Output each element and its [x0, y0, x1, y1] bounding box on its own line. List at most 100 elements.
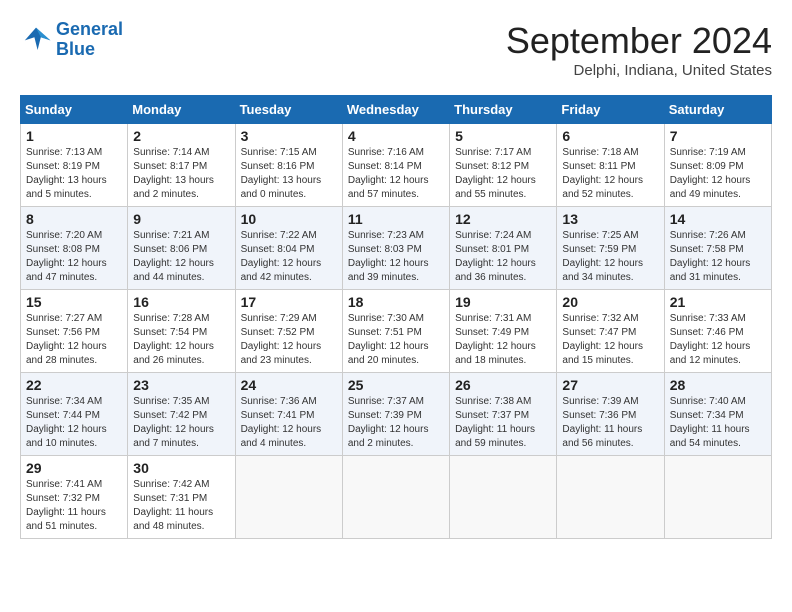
day-info: Sunrise: 7:16 AMSunset: 8:14 PMDaylight:… [348, 146, 444, 202]
day-info: Sunrise: 7:24 AMSunset: 8:01 PMDaylight:… [455, 229, 551, 285]
calendar-cell: 8 Sunrise: 7:20 AMSunset: 8:08 PMDaylight… [21, 207, 128, 290]
day-number: 19 [455, 294, 551, 310]
logo-line1: General [56, 19, 123, 39]
day-info: Sunrise: 7:21 AMSunset: 8:06 PMDaylight:… [133, 229, 229, 285]
calendar-cell: 19 Sunrise: 7:31 AMSunset: 7:49 PMDayligh… [450, 290, 557, 373]
day-info: Sunrise: 7:32 AMSunset: 7:47 PMDaylight:… [562, 312, 658, 368]
day-number: 24 [241, 377, 337, 393]
day-number: 4 [348, 128, 444, 144]
month-title: September 2024 [506, 20, 772, 62]
calendar-cell: 2Sunrise: 7:14 AMSunset: 8:17 PMDaylight… [128, 124, 235, 207]
calendar-cell: 23 Sunrise: 7:35 AMSunset: 7:42 PMDayligh… [128, 373, 235, 456]
calendar-cell: 22 Sunrise: 7:34 AMSunset: 7:44 PMDayligh… [21, 373, 128, 456]
day-info: Sunrise: 7:34 AMSunset: 7:44 PMDaylight:… [26, 395, 122, 451]
calendar-cell: 16 Sunrise: 7:28 AMSunset: 7:54 PMDayligh… [128, 290, 235, 373]
day-info: Sunrise: 7:25 AMSunset: 7:59 PMDaylight:… [562, 229, 658, 285]
calendar-header-row: SundayMondayTuesdayWednesdayThursdayFrid… [21, 96, 772, 124]
day-info: Sunrise: 7:28 AMSunset: 7:54 PMDaylight:… [133, 312, 229, 368]
calendar-cell: 11 Sunrise: 7:23 AMSunset: 8:03 PMDayligh… [342, 207, 449, 290]
calendar-cell: 20 Sunrise: 7:32 AMSunset: 7:47 PMDayligh… [557, 290, 664, 373]
page-header: General Blue September 2024 Delphi, Indi… [20, 20, 772, 79]
col-header-monday: Monday [128, 96, 235, 124]
day-number: 16 [133, 294, 229, 310]
day-number: 17 [241, 294, 337, 310]
week-row-1: 1Sunrise: 7:13 AMSunset: 8:19 PMDaylight… [21, 124, 772, 207]
calendar-cell: 14 Sunrise: 7:26 AMSunset: 7:58 PMDayligh… [664, 207, 771, 290]
day-number: 13 [562, 211, 658, 227]
day-info: Sunrise: 7:17 AMSunset: 8:12 PMDaylight:… [455, 146, 551, 202]
day-info: Sunrise: 7:29 AMSunset: 7:52 PMDaylight:… [241, 312, 337, 368]
day-number: 11 [348, 211, 444, 227]
day-info: Sunrise: 7:23 AMSunset: 8:03 PMDaylight:… [348, 229, 444, 285]
day-number: 20 [562, 294, 658, 310]
logo-icon [20, 26, 52, 54]
calendar-cell: 7 Sunrise: 7:19 AMSunset: 8:09 PMDaylight… [664, 124, 771, 207]
week-row-5: 29 Sunrise: 7:41 AMSunset: 7:32 PMDayligh… [21, 456, 772, 539]
day-info: Sunrise: 7:20 AMSunset: 8:08 PMDaylight:… [26, 229, 122, 285]
calendar-cell: 25 Sunrise: 7:37 AMSunset: 7:39 PMDayligh… [342, 373, 449, 456]
calendar-cell: 17 Sunrise: 7:29 AMSunset: 7:52 PMDayligh… [235, 290, 342, 373]
day-number: 25 [348, 377, 444, 393]
day-info: Sunrise: 7:35 AMSunset: 7:42 PMDaylight:… [133, 395, 229, 451]
calendar-cell: 10 Sunrise: 7:22 AMSunset: 8:04 PMDayligh… [235, 207, 342, 290]
day-number: 9 [133, 211, 229, 227]
calendar-cell: 29 Sunrise: 7:41 AMSunset: 7:32 PMDayligh… [21, 456, 128, 539]
calendar-cell: 21Sunrise: 7:33 AMSunset: 7:46 PMDayligh… [664, 290, 771, 373]
calendar-cell [450, 456, 557, 539]
day-info: Sunrise: 7:31 AMSunset: 7:49 PMDaylight:… [455, 312, 551, 368]
calendar-cell: 24Sunrise: 7:36 AMSunset: 7:41 PMDayligh… [235, 373, 342, 456]
calendar-cell: 1Sunrise: 7:13 AMSunset: 8:19 PMDaylight… [21, 124, 128, 207]
calendar-cell: 4 Sunrise: 7:16 AMSunset: 8:14 PMDaylight… [342, 124, 449, 207]
day-number: 10 [241, 211, 337, 227]
logo-line2: Blue [56, 39, 95, 59]
day-info: Sunrise: 7:22 AMSunset: 8:04 PMDaylight:… [241, 229, 337, 285]
day-number: 7 [670, 128, 766, 144]
col-header-tuesday: Tuesday [235, 96, 342, 124]
day-number: 21 [670, 294, 766, 310]
col-header-saturday: Saturday [664, 96, 771, 124]
day-number: 8 [26, 211, 122, 227]
calendar-table: SundayMondayTuesdayWednesdayThursdayFrid… [20, 95, 772, 539]
calendar-cell: 6Sunrise: 7:18 AMSunset: 8:11 PMDaylight… [557, 124, 664, 207]
day-number: 18 [348, 294, 444, 310]
logo-text: General Blue [56, 20, 123, 60]
day-info: Sunrise: 7:27 AMSunset: 7:56 PMDaylight:… [26, 312, 122, 368]
week-row-3: 15Sunrise: 7:27 AMSunset: 7:56 PMDayligh… [21, 290, 772, 373]
calendar-cell: 28 Sunrise: 7:40 AMSunset: 7:34 PMDayligh… [664, 373, 771, 456]
calendar-cell: 15Sunrise: 7:27 AMSunset: 7:56 PMDayligh… [21, 290, 128, 373]
logo: General Blue [20, 20, 123, 60]
day-info: Sunrise: 7:13 AMSunset: 8:19 PMDaylight:… [26, 146, 122, 202]
calendar-cell: 27 Sunrise: 7:39 AMSunset: 7:36 PMDayligh… [557, 373, 664, 456]
calendar-cell: 3Sunrise: 7:15 AMSunset: 8:16 PMDaylight… [235, 124, 342, 207]
week-row-4: 22 Sunrise: 7:34 AMSunset: 7:44 PMDayligh… [21, 373, 772, 456]
day-number: 30 [133, 460, 229, 476]
day-info: Sunrise: 7:41 AMSunset: 7:32 PMDaylight:… [26, 478, 122, 534]
col-header-thursday: Thursday [450, 96, 557, 124]
day-number: 27 [562, 377, 658, 393]
calendar-cell [235, 456, 342, 539]
day-info: Sunrise: 7:38 AMSunset: 7:37 PMDaylight:… [455, 395, 551, 451]
day-info: Sunrise: 7:26 AMSunset: 7:58 PMDaylight:… [670, 229, 766, 285]
col-header-friday: Friday [557, 96, 664, 124]
calendar-cell: 13 Sunrise: 7:25 AMSunset: 7:59 PMDayligh… [557, 207, 664, 290]
day-number: 28 [670, 377, 766, 393]
calendar-cell [664, 456, 771, 539]
day-info: Sunrise: 7:39 AMSunset: 7:36 PMDaylight:… [562, 395, 658, 451]
day-info: Sunrise: 7:40 AMSunset: 7:34 PMDaylight:… [670, 395, 766, 451]
calendar-cell: 5 Sunrise: 7:17 AMSunset: 8:12 PMDaylight… [450, 124, 557, 207]
day-number: 29 [26, 460, 122, 476]
location-title: Delphi, Indiana, United States [506, 62, 772, 79]
day-info: Sunrise: 7:30 AMSunset: 7:51 PMDaylight:… [348, 312, 444, 368]
calendar-cell: 30Sunrise: 7:42 AMSunset: 7:31 PMDayligh… [128, 456, 235, 539]
day-number: 22 [26, 377, 122, 393]
calendar-cell [557, 456, 664, 539]
day-number: 5 [455, 128, 551, 144]
week-row-2: 8 Sunrise: 7:20 AMSunset: 8:08 PMDaylight… [21, 207, 772, 290]
day-info: Sunrise: 7:19 AMSunset: 8:09 PMDaylight:… [670, 146, 766, 202]
day-number: 14 [670, 211, 766, 227]
calendar-cell: 18 Sunrise: 7:30 AMSunset: 7:51 PMDayligh… [342, 290, 449, 373]
day-number: 23 [133, 377, 229, 393]
calendar-cell [342, 456, 449, 539]
day-info: Sunrise: 7:37 AMSunset: 7:39 PMDaylight:… [348, 395, 444, 451]
calendar-cell: 26Sunrise: 7:38 AMSunset: 7:37 PMDayligh… [450, 373, 557, 456]
